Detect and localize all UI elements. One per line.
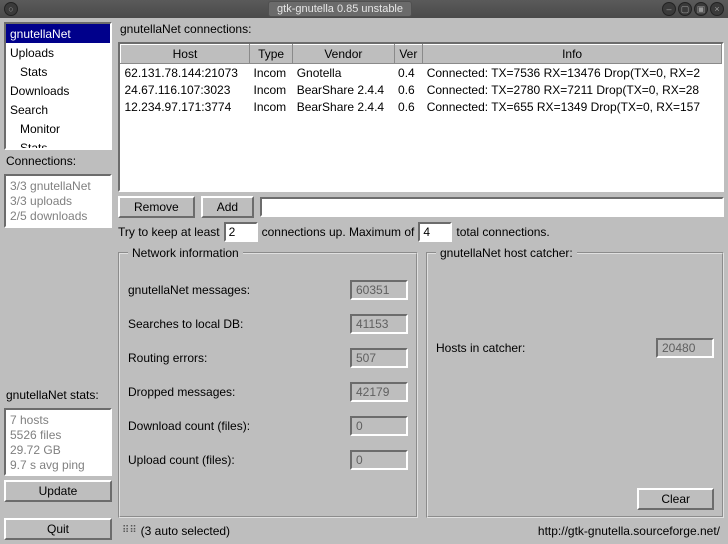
connections-line: 3/3 uploads <box>10 194 106 208</box>
netinfo-value <box>350 314 408 334</box>
max-connections-input[interactable] <box>418 222 452 242</box>
netinfo-label: Download count (files): <box>128 419 344 433</box>
netinfo-label: gnutellaNet messages: <box>128 283 344 297</box>
nav-item-stats[interactable]: Stats <box>6 138 110 150</box>
connections-summary: 3/3 gnutellaNet3/3 uploads2/5 downloads <box>4 174 112 228</box>
sysmenu-icon[interactable]: ○ <box>4 2 18 16</box>
stats-line: 5526 files <box>10 428 106 442</box>
netinfo-value <box>350 382 408 402</box>
status-bar: ⠿⠿ (3 auto selected) http://gtk-gnutella… <box>118 522 724 540</box>
host-catcher-legend: gnutellaNet host catcher: <box>436 246 577 260</box>
netinfo-label: Dropped messages: <box>128 385 344 399</box>
netinfo-row: Upload count (files): <box>128 450 408 470</box>
shade-icon[interactable]: ▣ <box>694 2 708 16</box>
window-title: gtk-gnutella 0.85 unstable <box>268 1 412 17</box>
auto-selected-label: (3 auto selected) <box>141 524 230 538</box>
stats-line: 9.7 s avg ping <box>10 458 106 472</box>
hosts-in-catcher-value <box>656 338 714 358</box>
close-icon[interactable]: × <box>710 2 724 16</box>
cell-type: Incom <box>249 98 292 115</box>
keep-post-label: total connections. <box>456 225 549 239</box>
nav-item-monitor[interactable]: Monitor <box>6 119 110 138</box>
netinfo-row: Download count (files): <box>128 416 408 436</box>
nav-tree[interactable]: gnutellaNetUploadsStatsDownloadsSearchMo… <box>4 22 112 150</box>
netinfo-value <box>350 450 408 470</box>
add-host-input[interactable] <box>260 197 724 217</box>
window-titlebar: ○ gtk-gnutella 0.85 unstable – ▢ ▣ × <box>0 0 728 18</box>
minimize-icon[interactable]: – <box>662 2 676 16</box>
col-ver[interactable]: Ver <box>394 45 423 64</box>
cell-ver: 0.6 <box>394 81 423 98</box>
table-row[interactable]: 62.131.78.144:21073IncomGnotella0.4Conne… <box>121 64 722 82</box>
remove-button[interactable]: Remove <box>118 196 195 218</box>
col-host[interactable]: Host <box>121 45 250 64</box>
maximize-icon[interactable]: ▢ <box>678 2 692 16</box>
netinfo-row: gnutellaNet messages: <box>128 280 408 300</box>
nav-item-downloads[interactable]: Downloads <box>6 81 110 100</box>
network-info-legend: Network information <box>128 246 243 260</box>
add-button[interactable]: Add <box>201 196 254 218</box>
netinfo-row: Searches to local DB: <box>128 314 408 334</box>
cell-type: Incom <box>249 64 292 82</box>
cell-vendor: BearShare 2.4.4 <box>293 81 394 98</box>
cell-ver: 0.6 <box>394 98 423 115</box>
stats-line: 7 hosts <box>10 413 106 427</box>
host-catcher-group: gnutellaNet host catcher: Hosts in catch… <box>426 246 724 518</box>
project-url: http://gtk-gnutella.sourceforge.net/ <box>538 524 720 538</box>
netinfo-label: Searches to local DB: <box>128 317 344 331</box>
cell-host: 62.131.78.144:21073 <box>121 64 250 82</box>
netinfo-label: Routing errors: <box>128 351 344 365</box>
netinfo-value <box>350 348 408 368</box>
netinfo-value <box>350 280 408 300</box>
cell-info: Connected: TX=7536 RX=13476 Drop(TX=0, R… <box>423 64 722 82</box>
connections-table[interactable]: HostTypeVendorVerInfo62.131.78.144:21073… <box>118 42 724 192</box>
table-row[interactable]: 24.67.116.107:3023IncomBearShare 2.4.40.… <box>121 81 722 98</box>
keep-connections-row: Try to keep at least connections up. Max… <box>118 222 724 242</box>
min-connections-input[interactable] <box>224 222 258 242</box>
table-row[interactable]: 12.234.97.171:3774IncomBearShare 2.4.40.… <box>121 98 722 115</box>
quit-button[interactable]: Quit <box>4 518 112 540</box>
nav-item-stats[interactable]: Stats <box>6 62 110 81</box>
keep-pre-label: Try to keep at least <box>118 225 220 239</box>
stats-line: 29.72 GB <box>10 443 106 457</box>
cell-host: 12.234.97.171:3774 <box>121 98 250 115</box>
network-info-group: Network information gnutellaNet messages… <box>118 246 418 518</box>
nav-item-uploads[interactable]: Uploads <box>6 43 110 62</box>
hosts-in-catcher-label: Hosts in catcher: <box>436 341 650 355</box>
netinfo-row: Routing errors: <box>128 348 408 368</box>
keep-mid-label: connections up. Maximum of <box>262 225 415 239</box>
nav-item-gnutellanet[interactable]: gnutellaNet <box>6 24 110 43</box>
nav-item-search[interactable]: Search <box>6 100 110 119</box>
stats-title: gnutellaNet stats: <box>6 388 112 402</box>
cell-info: Connected: TX=2780 RX=7211 Drop(TX=0, RX… <box>423 81 722 98</box>
update-button[interactable]: Update <box>4 480 112 502</box>
main-title: gnutellaNet connections: <box>120 22 724 36</box>
connections-title: Connections: <box>6 154 112 168</box>
connections-line: 3/3 gnutellaNet <box>10 179 106 193</box>
col-info[interactable]: Info <box>423 45 722 64</box>
cell-ver: 0.4 <box>394 64 423 82</box>
clear-button[interactable]: Clear <box>637 488 714 510</box>
cell-info: Connected: TX=655 RX=1349 Drop(TX=0, RX=… <box>423 98 722 115</box>
connections-line: 2/5 downloads <box>10 209 106 223</box>
cell-vendor: BearShare 2.4.4 <box>293 98 394 115</box>
cell-type: Incom <box>249 81 292 98</box>
stats-summary: 7 hosts5526 files29.72 GB9.7 s avg ping <box>4 408 112 476</box>
netinfo-label: Upload count (files): <box>128 453 344 467</box>
col-type[interactable]: Type <box>249 45 292 64</box>
cell-vendor: Gnotella <box>293 64 394 82</box>
netinfo-row: Dropped messages: <box>128 382 408 402</box>
cell-host: 24.67.116.107:3023 <box>121 81 250 98</box>
grip-icon: ⠿⠿ <box>122 528 137 534</box>
netinfo-value <box>350 416 408 436</box>
col-vendor[interactable]: Vendor <box>293 45 394 64</box>
